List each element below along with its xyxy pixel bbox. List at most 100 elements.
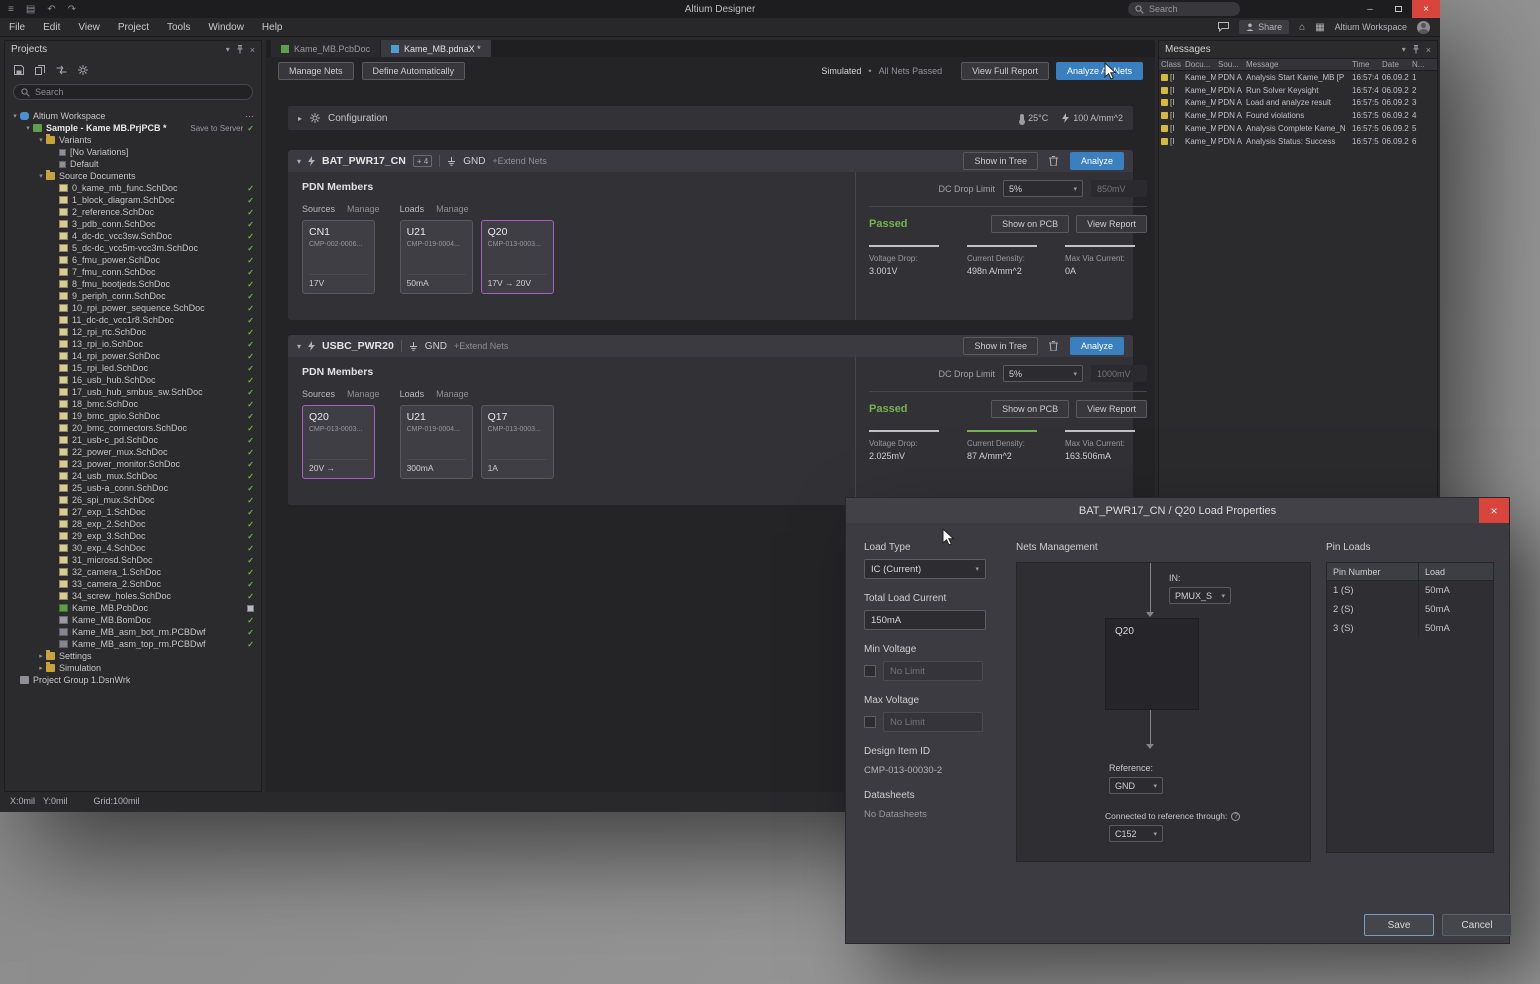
dc-drop-limit-select[interactable]: 5%▾ <box>1003 180 1083 197</box>
section-header[interactable]: ▾ USBC_PWR20 GND +Extend Nets Show in Tr… <box>288 335 1133 357</box>
menu-item-tools[interactable]: Tools <box>158 22 199 33</box>
app-menu-icon[interactable]: ≡ <box>8 4 14 15</box>
pin-load-row[interactable]: 2 (S)50mA <box>1327 600 1493 619</box>
caret-icon[interactable]: ▸ <box>36 652 46 660</box>
tree-item[interactable]: 30_exp_4.SchDoc✓ <box>5 542 261 554</box>
menu-item-project[interactable]: Project <box>109 22 158 33</box>
tree-item[interactable]: ▸Simulation <box>5 662 261 674</box>
tree-item[interactable]: 24_usb_mux.SchDoc✓ <box>5 470 261 482</box>
tree-item[interactable]: 2_reference.SchDoc✓ <box>5 206 261 218</box>
show-in-tree-button[interactable]: Show in Tree <box>963 152 1038 170</box>
view-full-report-button[interactable]: View Full Report <box>961 62 1049 80</box>
tree-item[interactable]: 10_rpi_power_sequence.SchDoc✓ <box>5 302 261 314</box>
tree-item[interactable]: 7_fmu_conn.SchDoc✓ <box>5 266 261 278</box>
tree-item[interactable]: 22_power_mux.SchDoc✓ <box>5 446 261 458</box>
load-column[interactable]: Load <box>1419 563 1493 580</box>
pdn-member-card[interactable]: Q20CMP-013-0003...17V → 20V <box>481 220 554 294</box>
menu-item-window[interactable]: Window <box>199 22 253 33</box>
menu-item-edit[interactable]: Edit <box>34 22 69 33</box>
message-row[interactable]: [IKame_MIPDN AAnalysis Status: Success16… <box>1159 135 1437 148</box>
delete-net-button[interactable] <box>1045 152 1063 170</box>
tree-item[interactable]: 18_bmc.SchDoc✓ <box>5 398 261 410</box>
caret-icon[interactable]: ▸ <box>36 664 46 672</box>
tab-kame-mb-pdnax[interactable]: Kame_MB.pdnaX * <box>381 40 491 57</box>
analyze-button[interactable]: Analyze <box>1070 152 1124 170</box>
compare-icon[interactable] <box>56 65 67 75</box>
in-net-select[interactable]: PMUX_S▾ <box>1169 587 1231 604</box>
tree-item[interactable]: 27_exp_1.SchDoc✓ <box>5 506 261 518</box>
tree-item[interactable]: 20_bmc_connectors.SchDoc✓ <box>5 422 261 434</box>
caret-icon[interactable]: ▾ <box>36 172 46 180</box>
extend-nets-link[interactable]: +Extend Nets <box>492 156 546 166</box>
extend-nets-link[interactable]: +Extend Nets <box>454 341 508 351</box>
view-report-button[interactable]: View Report <box>1076 400 1147 418</box>
column-header[interactable]: Date <box>1380 60 1410 69</box>
section-header[interactable]: ▾ BAT_PWR17_CN + 4 GND +Extend Nets Show… <box>288 150 1133 172</box>
define-automatically-button[interactable]: Define Automatically <box>362 62 466 80</box>
column-header[interactable]: Message <box>1244 60 1350 69</box>
undo-icon[interactable]: ↶ <box>47 4 55 15</box>
load-type-select[interactable]: IC (Current)▾ <box>864 559 986 579</box>
projects-search-input[interactable]: Search <box>13 84 253 100</box>
manage-link[interactable]: Manage <box>436 204 469 214</box>
documents-icon[interactable] <box>35 65 45 75</box>
tree-item[interactable]: 3_pdb_conn.SchDoc✓ <box>5 218 261 230</box>
pin-number-column[interactable]: Pin Number <box>1327 563 1419 580</box>
pin-icon[interactable] <box>236 45 244 54</box>
pdn-member-card[interactable]: U21CMP-019-0004...300mA <box>400 405 473 479</box>
pin-load-row[interactable]: 1 (S)50mA <box>1327 581 1493 600</box>
tree-item[interactable]: ▾Sample - Kame MB.PrjPCB *Save to Server… <box>5 122 261 134</box>
panel-menu-icon[interactable]: ▾ <box>1402 45 1406 54</box>
show-on-pcb-button[interactable]: Show on PCB <box>991 400 1069 418</box>
global-search-input[interactable]: Search <box>1128 2 1240 16</box>
tree-item[interactable]: 4_dc-dc_vcc3sw.SchDoc✓ <box>5 230 261 242</box>
tree-item[interactable]: 34_screw_holes.SchDoc✓ <box>5 590 261 602</box>
tree-item[interactable]: 26_spi_mux.SchDoc✓ <box>5 494 261 506</box>
tree-item[interactable]: 32_camera_1.SchDoc✓ <box>5 566 261 578</box>
panel-close-icon[interactable]: × <box>1426 45 1431 55</box>
tab-kame-mb-pcbdoc[interactable]: Kame_MB.PcbDoc <box>271 40 380 57</box>
tree-item[interactable]: ▸Settings <box>5 650 261 662</box>
manage-nets-button[interactable]: Manage Nets <box>278 62 354 80</box>
column-header[interactable]: Class <box>1159 60 1183 69</box>
chevron-down-icon[interactable]: ▾ <box>297 157 301 166</box>
tree-item[interactable]: [No Variations] <box>5 146 261 158</box>
more-icon[interactable]: ⋯ <box>245 111 254 122</box>
tree-item[interactable]: 29_exp_3.SchDoc✓ <box>5 530 261 542</box>
min-voltage-input[interactable]: No Limit <box>883 661 983 681</box>
redo-icon[interactable]: ↷ <box>68 4 76 15</box>
tree-item[interactable]: Kame_MB.PcbDoc <box>5 602 261 614</box>
tree-item[interactable]: 15_rpi_led.SchDoc✓ <box>5 362 261 374</box>
pin-icon[interactable] <box>1412 45 1420 54</box>
caret-icon[interactable]: ▾ <box>36 136 46 144</box>
total-load-current-input[interactable]: 150mA <box>864 610 986 630</box>
message-row[interactable]: [IKame_MIPDN ALoad and analyze result16:… <box>1159 97 1437 110</box>
tree-item[interactable]: 6_fmu_power.SchDoc✓ <box>5 254 261 266</box>
tree-item[interactable]: 13_rpi_io.SchDoc✓ <box>5 338 261 350</box>
pdn-member-card[interactable]: Q20CMP-013-0003...20V → <box>302 405 375 479</box>
tree-item[interactable]: Kame_MB_asm_top_rm.PCBDwf✓ <box>5 638 261 650</box>
max-voltage-input[interactable]: No Limit <box>883 712 983 732</box>
component-box[interactable]: Q20 <box>1105 618 1199 710</box>
tree-item[interactable]: 0_kame_mb_func.SchDoc✓ <box>5 182 261 194</box>
tree-item[interactable]: Project Group 1.DsnWrk <box>5 674 261 686</box>
home-icon[interactable]: ⌂ <box>1299 22 1305 33</box>
tree-item[interactable]: ▾Altium Workspace⋯ <box>5 110 261 122</box>
tree-item[interactable]: 33_camera_2.SchDoc✓ <box>5 578 261 590</box>
tree-item[interactable]: 25_usb-a_conn.SchDoc✓ <box>5 482 261 494</box>
pdn-member-card[interactable]: Q17CMP-013-0003...1A <box>481 405 554 479</box>
show-on-pcb-button[interactable]: Show on PCB <box>991 215 1069 233</box>
message-row[interactable]: [IKame_MIPDN AFound violations16:57:506.… <box>1159 109 1437 122</box>
caret-icon[interactable]: ▾ <box>23 124 33 132</box>
comment-icon[interactable] <box>1218 22 1229 32</box>
info-icon[interactable]: ? <box>1231 812 1240 821</box>
chevron-down-icon[interactable]: ▾ <box>297 342 301 351</box>
tree-item[interactable]: 17_usb_hub_smbus_sw.SchDoc✓ <box>5 386 261 398</box>
tree-item[interactable]: 31_microsd.SchDoc✓ <box>5 554 261 566</box>
menu-item-file[interactable]: File <box>0 22 34 33</box>
column-header[interactable]: Docu... <box>1183 60 1216 69</box>
tree-item[interactable]: 23_power_monitor.SchDoc✓ <box>5 458 261 470</box>
grid-icon[interactable]: ▦ <box>1315 22 1324 33</box>
tree-item[interactable]: 8_fmu_bootjeds.SchDoc✓ <box>5 278 261 290</box>
delete-net-button[interactable] <box>1045 337 1063 355</box>
